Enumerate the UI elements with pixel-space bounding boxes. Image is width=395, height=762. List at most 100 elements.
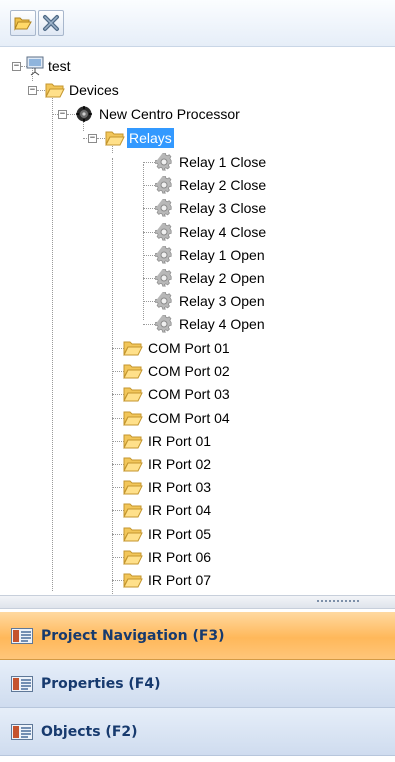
tree-node-port[interactable]: IR Port 03: [0, 476, 395, 498]
folder-open-icon: [45, 83, 65, 98]
gear-icon: [155, 222, 172, 241]
tree-node-relay[interactable]: Relay 2 Open: [0, 267, 395, 289]
tree-line: [97, 138, 105, 139]
collapse-icon[interactable]: −: [28, 86, 37, 95]
tree-line: [143, 185, 155, 187]
tree-node-relay[interactable]: Relay 4 Open: [0, 313, 395, 335]
tree-node-port[interactable]: IR Port 02: [0, 453, 395, 475]
tree-node-port[interactable]: IR Port 07: [0, 569, 395, 591]
folder-open-icon: [123, 457, 143, 472]
pane-label: Properties (F4): [41, 675, 161, 692]
tree-node-label: Relay 4 Close: [179, 223, 267, 240]
tree-node-label: Devices: [69, 82, 119, 98]
tree-node-label: Relay 2 Open: [179, 270, 265, 286]
folder-open-icon: [123, 503, 143, 519]
tree-node-relay[interactable]: Relay 1 Open: [0, 244, 395, 266]
tree-node-label: Relay 3 Open: [179, 293, 265, 310]
tree-node-relay[interactable]: Relay 1 Close: [0, 151, 395, 173]
tree-node-label-selected: Relays: [127, 128, 174, 148]
tree-node-relay[interactable]: Relay 3 Close: [0, 197, 395, 219]
tree-node-label: IR Port 01: [148, 432, 212, 449]
tree-node-root[interactable]: − test: [0, 55, 395, 77]
splitter-grip[interactable]: [317, 600, 359, 605]
tree-line: [143, 208, 155, 210]
tree-node-port[interactable]: COM Port 03: [0, 383, 395, 405]
delete-x-icon: [43, 15, 59, 31]
gear-icon: [155, 269, 172, 287]
tree-node-label: IR Port 06: [148, 548, 212, 565]
tree-node-label: Relay 1 Open: [179, 246, 265, 263]
folder-open-icon: [123, 480, 143, 496]
folder-open-icon: [123, 527, 143, 542]
open-folder-icon: [14, 17, 32, 31]
tree-node-label: IR Port 07: [148, 572, 212, 588]
folder-open-icon: [123, 434, 143, 449]
delete-button[interactable]: [38, 10, 64, 36]
folder-open-icon: [123, 411, 143, 426]
folder-open-icon: [123, 550, 143, 565]
open-folder-button[interactable]: [10, 10, 36, 36]
navigation-pane-icon: [11, 627, 33, 644]
processor-icon: [76, 106, 92, 122]
tree-node-label: COM Port 02: [148, 363, 230, 380]
gear-icon: [155, 315, 172, 333]
gear-icon: [155, 176, 172, 194]
tree-node-relay[interactable]: Relay 3 Open: [0, 290, 395, 312]
tree-node-label: Relay 1 Close: [179, 154, 267, 170]
tree-node-label: Relay 3 Close: [179, 200, 267, 217]
tree-node-devices[interactable]: − Devices: [0, 79, 395, 101]
tree-node-label: IR Port 05: [148, 525, 212, 542]
collapse-icon[interactable]: −: [12, 62, 21, 71]
tree-line: [37, 90, 45, 91]
tree-node-label: Relay 4 Open: [179, 316, 265, 333]
tree-line: [143, 231, 155, 233]
folder-open-icon: [123, 573, 143, 588]
tree-line: [67, 114, 75, 115]
pane-label: Objects (F2): [41, 723, 138, 740]
tree-node-relays[interactable]: − Relays: [0, 127, 395, 149]
collapse-icon[interactable]: −: [58, 110, 67, 119]
gear-icon: [155, 199, 172, 217]
tree-node-port[interactable]: IR Port 06: [0, 546, 395, 568]
folder-open-icon: [123, 341, 143, 356]
project-tree[interactable]: − test − Devices − New Centro Processor: [0, 47, 395, 594]
tree-node-relay[interactable]: Relay 2 Close: [0, 174, 395, 196]
tree-node-port[interactable]: COM Port 01: [0, 337, 395, 359]
folder-open-icon: [123, 387, 143, 403]
pane-label: Project Navigation (F3): [41, 627, 225, 644]
tree-node-processor[interactable]: − New Centro Processor: [0, 103, 395, 125]
tree-node-label: COM Port 01: [148, 340, 230, 356]
gear-icon: [155, 292, 172, 310]
tree-node-port[interactable]: IR Port 01: [0, 430, 395, 452]
tree-node-label: COM Port 04: [148, 409, 230, 426]
tree-node-label: test: [48, 58, 71, 74]
tree-node-port[interactable]: COM Port 04: [0, 407, 395, 429]
tree-node-port[interactable]: IR Port 05: [0, 523, 395, 545]
objects-pane-button[interactable]: Objects (F2): [0, 708, 395, 756]
properties-pane-button[interactable]: Properties (F4): [0, 660, 395, 708]
tree-node-label: Relay 2 Close: [179, 177, 267, 194]
navigation-pane-button[interactable]: Project Navigation (F3): [0, 612, 395, 660]
tree-node-relay[interactable]: Relay 4 Close: [0, 221, 395, 243]
properties-pane-icon: [11, 675, 33, 692]
collapse-icon[interactable]: −: [88, 134, 97, 143]
tree-node-label: IR Port 04: [148, 502, 212, 519]
tree-line: [143, 162, 155, 163]
tree-line: [143, 278, 155, 279]
tree-node-label: COM Port 03: [148, 386, 230, 403]
objects-pane-icon: [11, 723, 33, 740]
tree-line: [143, 324, 155, 326]
tree-node-label: New Centro Processor: [99, 106, 240, 122]
tree-node-label: IR Port 02: [148, 456, 212, 472]
folder-open-icon: [123, 364, 143, 380]
folder-open-icon: [105, 131, 125, 146]
tree-node-port[interactable]: IR Port 04: [0, 499, 395, 521]
pane-splitter[interactable]: [0, 595, 395, 609]
gear-icon: [155, 153, 172, 171]
tree-node-label: IR Port 03: [148, 479, 212, 496]
gear-icon: [155, 245, 172, 264]
tree-line: [143, 254, 155, 256]
tree-line: [143, 301, 155, 303]
tree-node-port[interactable]: COM Port 02: [0, 360, 395, 382]
project-icon: [26, 56, 44, 76]
